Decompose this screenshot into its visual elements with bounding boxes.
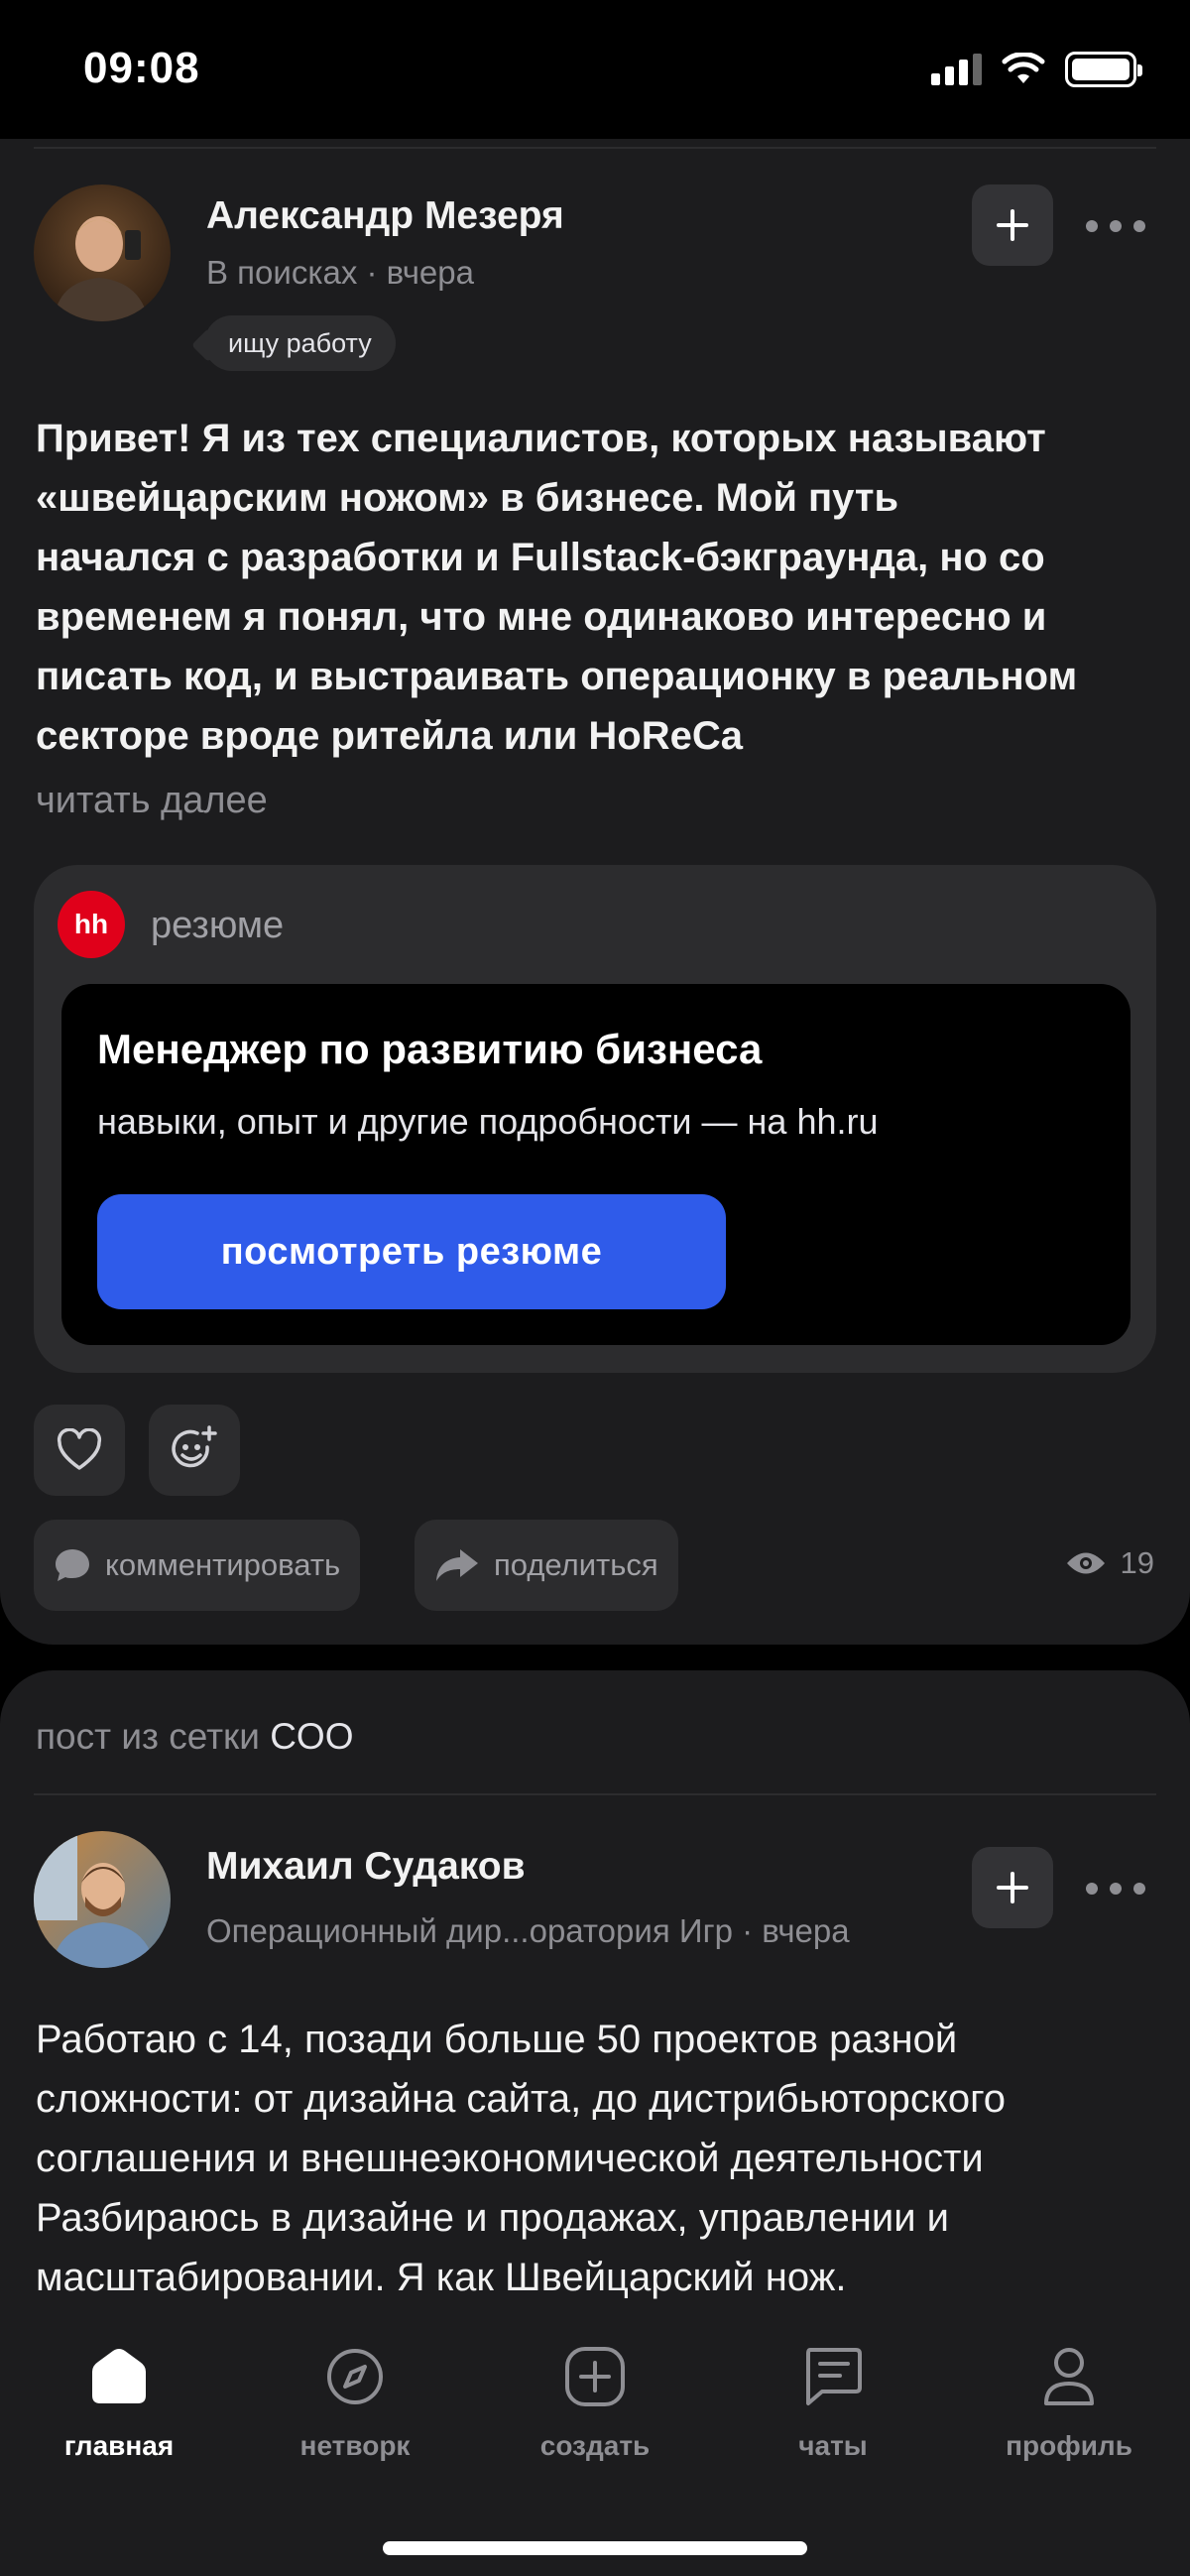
- wifi-icon: [1002, 53, 1045, 83]
- views-count: 19: [1065, 1545, 1154, 1581]
- resume-title: Менеджер по развитию бизнеса: [97, 1026, 763, 1072]
- author-avatar[interactable]: [34, 184, 171, 321]
- tab-home[interactable]: главная: [20, 2345, 218, 2462]
- chat-icon: [801, 2345, 865, 2408]
- home-icon: [87, 2345, 151, 2408]
- post-card: пост из сетки COO Михаил Судаков Операци…: [0, 1670, 1190, 2365]
- follow-button[interactable]: [972, 184, 1053, 266]
- status-icons: [931, 52, 1142, 87]
- comment-icon: [56, 1549, 89, 1581]
- resume-preview: Менеджер по развитию бизнеса навыки, опы…: [61, 984, 1130, 1345]
- author-name[interactable]: Александр Мезеря: [206, 194, 564, 238]
- author-avatar[interactable]: [34, 1831, 171, 1968]
- view-resume-button[interactable]: посмотреть резюме: [97, 1194, 726, 1309]
- plus-icon: [997, 209, 1028, 241]
- resume-attachment[interactable]: hh резюме Менеджер по развитию бизнеса н…: [34, 865, 1156, 1373]
- status-bar: 09:08: [0, 0, 1190, 139]
- share-label: поделиться: [494, 1547, 658, 1582]
- status-time: 09:08: [83, 44, 200, 92]
- tab-profile[interactable]: профиль: [970, 2345, 1168, 2462]
- divider: [34, 147, 1156, 149]
- plus-square-icon: [563, 2345, 627, 2408]
- author-name[interactable]: Михаил Судаков: [206, 1845, 526, 1889]
- emoji-add-icon: [172, 1425, 217, 1468]
- more-options-icon[interactable]: [1086, 216, 1145, 236]
- tab-chats[interactable]: чаты: [734, 2345, 932, 2462]
- divider: [34, 1793, 1156, 1795]
- plus-icon: [997, 1872, 1028, 1903]
- author-meta: Операционный дир...оратория Игр · вчера: [206, 1912, 850, 1949]
- tab-network[interactable]: нетворк: [256, 2345, 454, 2462]
- eye-icon: [1066, 1552, 1105, 1574]
- cellular-signal-icon: [931, 54, 982, 85]
- compass-icon: [323, 2345, 387, 2408]
- home-indicator[interactable]: [383, 2541, 807, 2555]
- tab-create[interactable]: создать: [496, 2345, 694, 2462]
- more-options-icon[interactable]: [1086, 1879, 1145, 1899]
- comment-label: комментировать: [105, 1547, 341, 1582]
- add-reaction-button[interactable]: [149, 1405, 240, 1496]
- network-name: COO: [270, 1716, 354, 1757]
- like-button[interactable]: [34, 1405, 125, 1496]
- hh-logo: hh: [58, 891, 125, 958]
- resume-subtitle: навыки, опыт и другие подробности — на h…: [97, 1101, 879, 1142]
- author-meta: В поисках · вчера: [206, 254, 474, 291]
- bottom-tab-bar: главная нетворк создать чаты профиль: [0, 2311, 1190, 2576]
- share-icon: [436, 1549, 478, 1581]
- battery-icon: [1065, 52, 1142, 87]
- person-icon: [1037, 2345, 1101, 2408]
- follow-button[interactable]: [972, 1847, 1053, 1928]
- views-number: 19: [1120, 1545, 1154, 1580]
- heart-icon: [57, 1428, 102, 1470]
- resume-label: резюме: [151, 905, 285, 946]
- share-button[interactable]: поделиться: [415, 1520, 678, 1611]
- post-card: Александр Мезеря В поисках · вчера ищу р…: [0, 139, 1190, 1645]
- network-source[interactable]: пост из сетки COO: [36, 1716, 353, 1758]
- post-text: Работаю с 14, позади больше 50 проектов …: [36, 2018, 1007, 2299]
- status-badge: ищу работу: [204, 315, 396, 371]
- post-text: Привет! Я из тех специалистов, которых н…: [36, 417, 1078, 758]
- comment-button[interactable]: комментировать: [34, 1520, 361, 1611]
- read-more-link[interactable]: читать далее: [36, 780, 268, 822]
